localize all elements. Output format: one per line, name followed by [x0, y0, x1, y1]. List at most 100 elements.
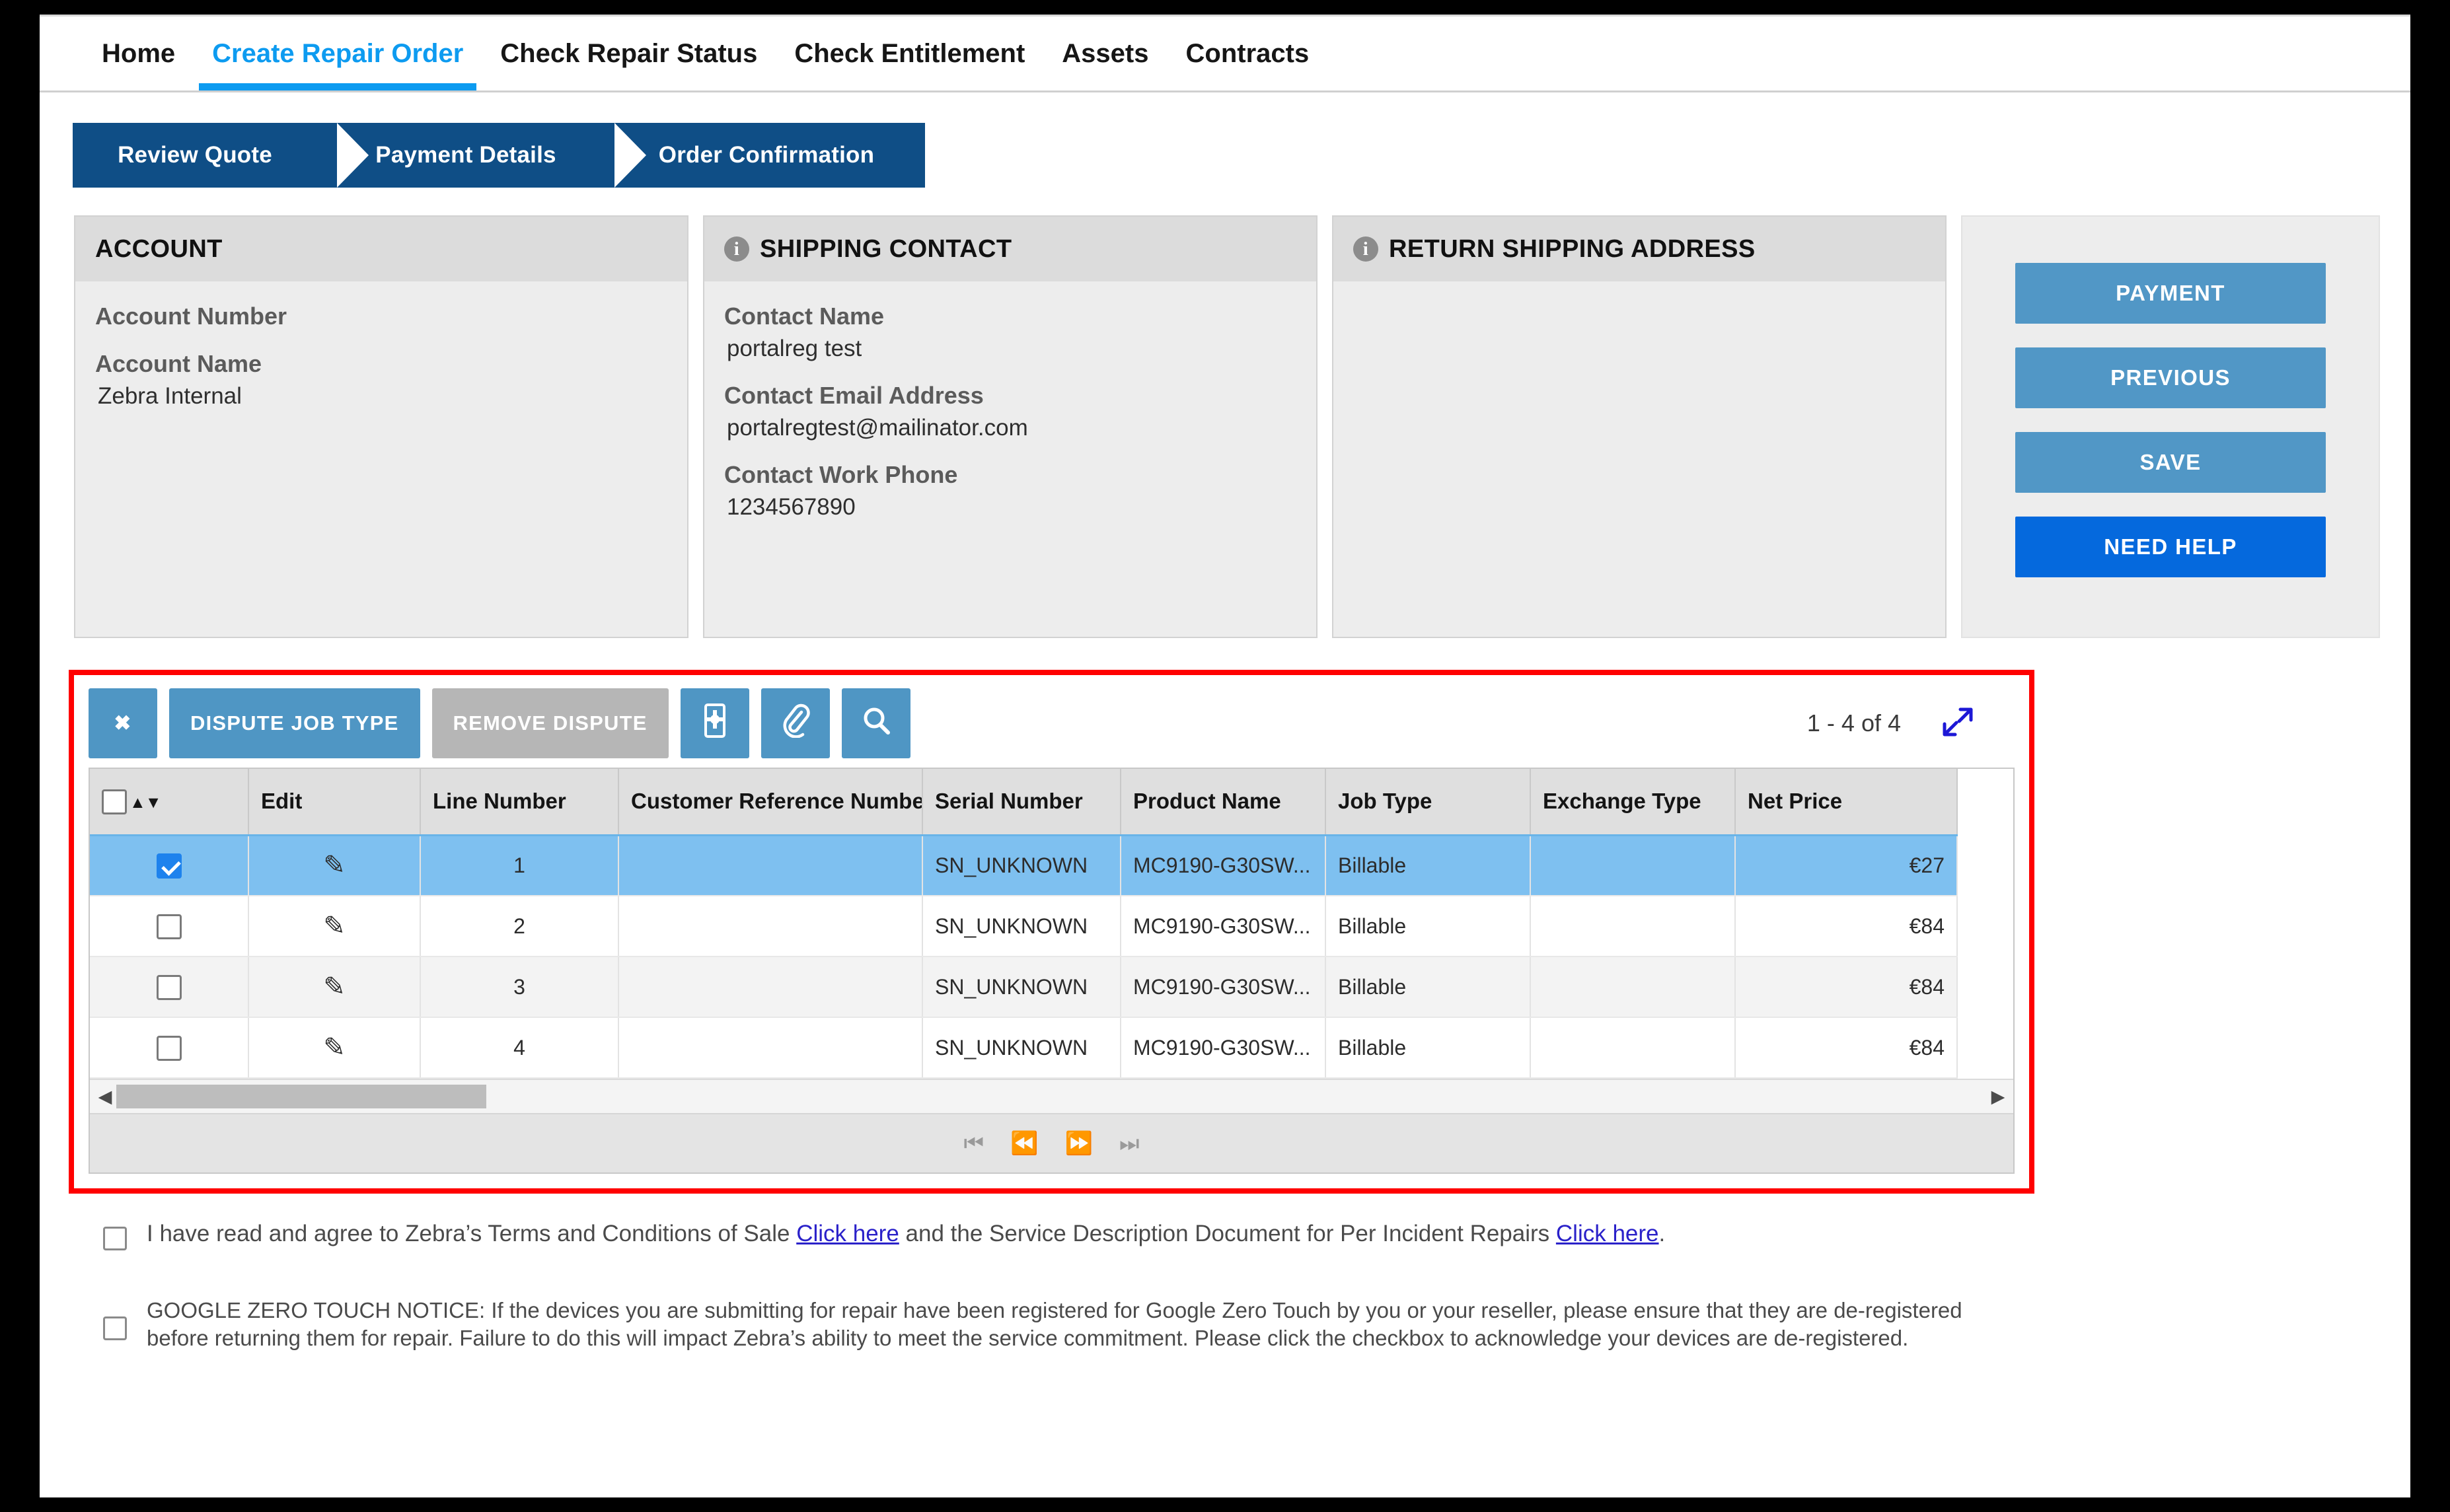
nav-item-contracts[interactable]: Contracts	[1168, 17, 1328, 90]
col-job-type[interactable]: Job Type	[1325, 769, 1531, 836]
table-row[interactable]: ✎ 2 SN_UNKNOWN MC9190-G30SW... Billable …	[90, 896, 1958, 957]
sort-arrows-icon[interactable]: ▲▼	[130, 793, 161, 812]
need-help-button[interactable]: NEED HELP	[2015, 517, 2326, 577]
google-zero-touch-checkbox[interactable]	[103, 1316, 127, 1341]
col-edit[interactable]: Edit	[248, 769, 421, 836]
first-page-icon[interactable]: ⏮	[964, 1132, 984, 1155]
table-row[interactable]: ✎ 4 SN_UNKNOWN MC9190-G30SW... Billable …	[90, 1017, 1958, 1079]
nav-item-create-repair-order[interactable]: Create Repair Order	[194, 17, 482, 90]
nav-label: Check Repair Status	[500, 38, 758, 68]
col-serial-number[interactable]: Serial Number	[922, 769, 1121, 836]
return-shipping-address-panel-body	[1333, 281, 1945, 299]
terms-link-2[interactable]: Click here	[1556, 1221, 1659, 1246]
wizard-step-payment-details[interactable]: Payment Details	[337, 123, 646, 188]
device-settings-button[interactable]	[680, 688, 749, 758]
nav-item-assets[interactable]: Assets	[1043, 17, 1167, 90]
attachment-button[interactable]	[761, 688, 830, 758]
row-customer-reference-number	[618, 896, 923, 957]
info-icon: i	[724, 236, 749, 262]
wizard-step-label: Order Confirmation	[658, 142, 875, 168]
action-button-panel: PAYMENT PREVIOUS SAVE NEED HELP	[1961, 215, 2380, 638]
horizontal-scrollbar[interactable]: ◀ ▶	[90, 1079, 2013, 1113]
close-button[interactable]: ✖	[89, 688, 157, 758]
shipping-contact-panel-title: SHIPPING CONTACT	[760, 234, 1012, 263]
table-row[interactable]: ✎ 1 SN_UNKNOWN MC9190-G30SW... Billable …	[90, 835, 1958, 896]
row-product-name: MC9190-G30SW...	[1121, 896, 1326, 957]
last-page-icon[interactable]: ⏭	[1119, 1132, 1140, 1155]
row-line-number: 4	[420, 1017, 619, 1079]
search-button[interactable]	[841, 688, 910, 758]
row-line-number: 2	[420, 896, 619, 957]
return-shipping-address-panel: i RETURN SHIPPING ADDRESS	[1332, 215, 1947, 638]
wizard-step-label: Payment Details	[375, 142, 556, 168]
close-icon: ✖	[114, 711, 132, 735]
row-edit-cell[interactable]: ✎	[248, 896, 421, 957]
account-name-label: Account Name	[95, 350, 262, 377]
nav-item-check-repair-status[interactable]: Check Repair Status	[482, 17, 776, 90]
terms-link-1[interactable]: Click here	[796, 1221, 899, 1246]
row-select-cell[interactable]	[90, 956, 249, 1018]
nav-item-home[interactable]: Home	[83, 17, 194, 90]
edit-pencil-icon[interactable]: ✎	[323, 972, 346, 1001]
row-line-number: 3	[420, 956, 619, 1018]
contact-name-label: Contact Name	[724, 303, 885, 330]
save-button[interactable]: SAVE	[2015, 432, 2326, 493]
account-panel-title: ACCOUNT	[95, 234, 223, 263]
row-net-price: €84	[1735, 896, 1958, 957]
row-line-number: 1	[420, 835, 619, 896]
row-checkbox[interactable]	[156, 914, 182, 939]
col-customer-reference-number[interactable]: Customer Reference Number	[618, 769, 923, 836]
next-page-icon[interactable]: ⏩	[1065, 1132, 1093, 1155]
info-icon: i	[1353, 236, 1378, 262]
nav-item-check-entitlement[interactable]: Check Entitlement	[776, 17, 1043, 90]
account-panel-header: ACCOUNT	[75, 217, 687, 281]
row-serial-number: SN_UNKNOWN	[922, 1017, 1121, 1079]
table-row[interactable]: ✎ 3 SN_UNKNOWN MC9190-G30SW... Billable …	[90, 956, 1958, 1018]
row-edit-cell[interactable]: ✎	[248, 1017, 421, 1079]
terms-checkbox[interactable]	[103, 1227, 127, 1250]
wizard-step-order-confirmation[interactable]: Order Confirmation	[614, 123, 925, 188]
return-shipping-address-panel-header: i RETURN SHIPPING ADDRESS	[1333, 217, 1945, 281]
row-edit-cell[interactable]: ✎	[248, 956, 421, 1018]
col-exchange-type[interactable]: Exchange Type	[1530, 769, 1736, 836]
payment-button[interactable]: PAYMENT	[2015, 263, 2326, 324]
row-select-cell[interactable]	[90, 896, 249, 957]
row-customer-reference-number	[618, 835, 923, 896]
wizard-step-review-quote[interactable]: Review Quote	[73, 123, 368, 188]
google-zero-touch-text: GOOGLE ZERO TOUCH NOTICE: If the devices…	[147, 1298, 1962, 1351]
dispute-job-type-button[interactable]: DISPUTE JOB TYPE	[169, 688, 420, 758]
nav-label: Create Repair Order	[212, 38, 464, 68]
shipping-contact-panel-body: Contact Name portalreg test Contact Emai…	[704, 281, 1316, 521]
scrollbar-thumb[interactable]	[116, 1085, 486, 1108]
line-items-grid: ▲▼ Edit Line Number Customer Reference N…	[89, 768, 2015, 1174]
row-checkbox[interactable]	[156, 1035, 182, 1061]
row-select-cell[interactable]	[90, 835, 249, 896]
scroll-right-icon[interactable]: ▶	[1987, 1087, 2009, 1107]
previous-page-icon[interactable]: ⏪	[1010, 1132, 1038, 1155]
search-icon	[861, 705, 891, 741]
expand-icon[interactable]	[1941, 704, 1975, 743]
row-edit-cell[interactable]: ✎	[248, 835, 421, 896]
scrollbar-track[interactable]	[116, 1085, 1987, 1108]
select-all-checkbox[interactable]	[102, 789, 127, 815]
terms-text-part2: and the Service Description Document for…	[899, 1221, 1556, 1246]
row-checkbox[interactable]	[156, 974, 182, 1000]
account-number-label: Account Number	[95, 303, 287, 330]
col-product-name[interactable]: Product Name	[1121, 769, 1326, 836]
row-checkbox[interactable]	[156, 853, 182, 879]
edit-pencil-icon[interactable]: ✎	[323, 912, 346, 941]
col-net-price[interactable]: Net Price	[1735, 769, 1958, 836]
record-count: 1 - 4 of 4	[1806, 709, 1901, 737]
edit-pencil-icon[interactable]: ✎	[323, 851, 346, 880]
previous-button[interactable]: PREVIOUS	[2015, 347, 2326, 408]
row-net-price: €27	[1735, 835, 1958, 896]
row-select-cell[interactable]	[90, 1017, 249, 1079]
terms-text-part3: .	[1658, 1221, 1666, 1246]
scroll-left-icon[interactable]: ◀	[94, 1087, 116, 1107]
col-line-number[interactable]: Line Number	[420, 769, 619, 836]
info-panels-row: ACCOUNT Account Number Account Name Zebr…	[74, 215, 2380, 638]
top-navigation: Home Create Repair Order Check Repair St…	[40, 15, 2410, 92]
edit-pencil-icon[interactable]: ✎	[323, 1033, 346, 1062]
row-product-name: MC9190-G30SW...	[1121, 835, 1326, 896]
col-select-all[interactable]: ▲▼	[90, 769, 249, 836]
